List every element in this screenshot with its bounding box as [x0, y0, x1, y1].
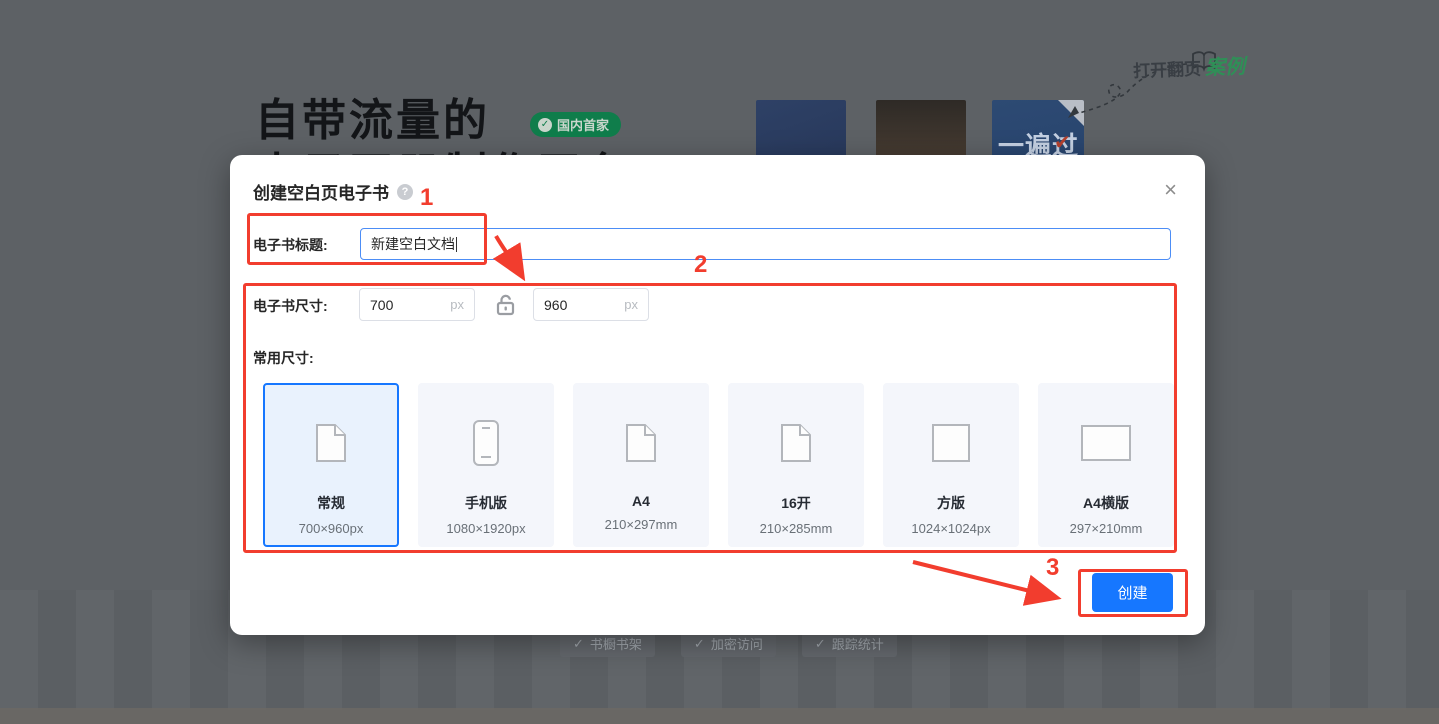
size-preset-cards: 常规 700×960px 手机版 1080×1920px: [263, 383, 1174, 547]
portrait-page-icon: [314, 395, 348, 491]
preset-dims: 210×285mm: [760, 521, 833, 536]
preset-dims: 1024×1024px: [911, 521, 990, 536]
book-cover-3-checkmark: ✔: [1054, 130, 1071, 155]
feature-label: 跟踪统计: [832, 634, 884, 653]
aspect-lock-button[interactable]: [494, 293, 518, 317]
ebook-title-label: 电子书标题:: [253, 235, 328, 255]
first-in-country-badge: ✓ 国内首家: [530, 112, 621, 137]
feature-label: 书橱书架: [590, 634, 642, 653]
preset-name: A4: [632, 493, 650, 509]
ebook-title-input[interactable]: 新建空白文档: [360, 228, 1171, 260]
height-input[interactable]: 960 px: [533, 288, 649, 321]
background-bottom-band: [0, 708, 1439, 724]
flip-example-doodle[interactable]: 打开翻页 案例: [1055, 42, 1305, 122]
preset-card-a4-landscape[interactable]: A4横版 297×210mm: [1038, 383, 1174, 547]
preset-dims: 297×210mm: [1070, 521, 1143, 536]
preset-card-square[interactable]: 方版 1024×1024px: [883, 383, 1019, 547]
preset-name: 16开: [781, 493, 811, 513]
square-icon: [931, 395, 971, 491]
portrait-page-icon: [624, 395, 658, 491]
badge-check-icon: ✓: [538, 118, 552, 132]
preset-name: 手机版: [465, 493, 507, 513]
height-unit: px: [624, 297, 638, 312]
screen: 自带流量的 电子画册制作平台 ✓ 国内首家 广州万彩信息技术有限公司 一遍过 ✔: [0, 0, 1439, 724]
modal-title: 创建空白页电子书: [253, 179, 389, 204]
preset-dims: 210×297mm: [605, 517, 678, 532]
width-value: 700: [370, 297, 440, 313]
preset-card-mobile[interactable]: 手机版 1080×1920px: [418, 383, 554, 547]
phone-icon: [472, 395, 500, 491]
preset-card-16kai[interactable]: 16开 210×285mm: [728, 383, 864, 547]
preset-card-a4[interactable]: A4 210×297mm: [573, 383, 709, 547]
unlock-icon: [494, 293, 518, 317]
preset-name: 方版: [937, 493, 965, 513]
doodle-text-green: 案例: [1204, 50, 1245, 80]
check-icon: ✓: [815, 636, 826, 652]
ebook-title-value: 新建空白文档: [371, 234, 455, 254]
badge-label: 国内首家: [557, 115, 609, 134]
close-icon[interactable]: ×: [1164, 179, 1177, 201]
text-cursor: [456, 237, 457, 252]
landscape-page-icon: [1080, 395, 1132, 491]
common-sizes-label: 常用尺寸:: [253, 348, 314, 368]
doodle-text-dark: 打开翻页: [1133, 55, 1202, 82]
portrait-page-icon: [779, 395, 813, 491]
create-button[interactable]: 创建: [1092, 573, 1173, 612]
check-icon: ✓: [694, 636, 705, 652]
preset-dims: 700×960px: [299, 521, 364, 536]
preset-name: A4横版: [1083, 493, 1129, 513]
preset-name: 常规: [317, 493, 345, 513]
preset-card-regular[interactable]: 常规 700×960px: [263, 383, 399, 547]
help-icon[interactable]: ?: [397, 184, 413, 200]
ebook-size-label: 电子书尺寸:: [253, 296, 328, 316]
height-value: 960: [544, 297, 614, 313]
feature-label: 加密访问: [711, 634, 763, 653]
preset-dims: 1080×1920px: [446, 521, 525, 536]
width-input[interactable]: 700 px: [359, 288, 475, 321]
create-ebook-modal: 创建空白页电子书 ? × 电子书标题: 新建空白文档 电子书尺寸: 700 px…: [230, 155, 1205, 635]
check-icon: ✓: [573, 636, 584, 652]
width-unit: px: [450, 297, 464, 312]
